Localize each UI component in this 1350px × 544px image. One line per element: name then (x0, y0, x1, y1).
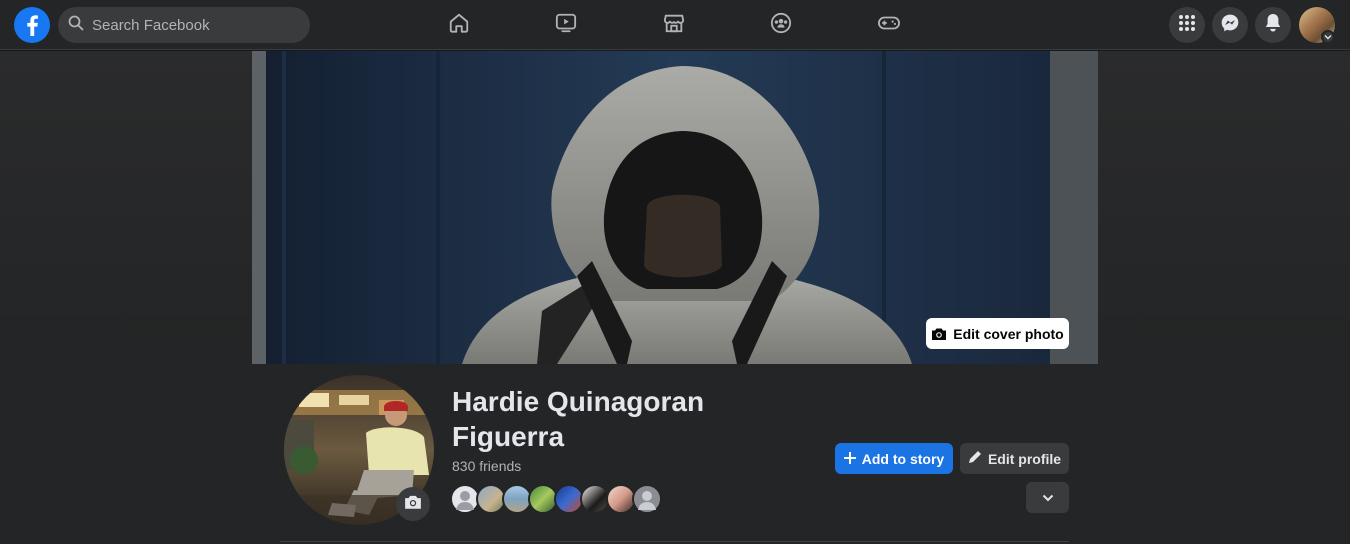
groups-icon (770, 12, 792, 39)
messenger-icon (1220, 13, 1240, 38)
watch-icon (555, 12, 577, 39)
camera-icon (931, 327, 947, 341)
friend-avatars (450, 484, 662, 516)
edit-cover-label: Edit cover photo (953, 325, 1064, 342)
notifications-icon (1264, 13, 1282, 38)
update-profile-picture-button[interactable] (396, 487, 430, 521)
cover-photo[interactable]: Edit cover photo (252, 51, 1098, 364)
nav-watch[interactable] (549, 8, 583, 42)
chevron-down-icon[interactable] (1321, 30, 1335, 44)
top-navbar (0, 0, 1350, 50)
nav-home[interactable] (442, 8, 476, 42)
notifications-button[interactable] (1255, 7, 1291, 43)
facebook-logo-icon[interactable] (14, 7, 50, 43)
edit-profile-button[interactable]: Edit profile (960, 443, 1069, 474)
camera-icon (404, 494, 422, 515)
search-bar[interactable] (58, 7, 310, 43)
nav-marketplace[interactable] (657, 8, 691, 42)
profile-divider (280, 541, 1069, 542)
nav-gaming[interactable] (872, 8, 906, 42)
pencil-icon (968, 450, 982, 467)
add-to-story-label: Add to story (861, 450, 945, 467)
search-icon (68, 15, 84, 36)
plus-icon (843, 451, 856, 467)
marketplace-icon (663, 12, 685, 39)
profile-name-line2: Figuerra (452, 421, 565, 452)
search-input[interactable] (92, 16, 292, 34)
menu-button[interactable] (1169, 7, 1205, 43)
friends-count[interactable]: 830 friends (452, 458, 521, 474)
profile-name-line1: Hardie Quinagoran (452, 386, 705, 417)
nav-groups[interactable] (764, 8, 798, 42)
messenger-button[interactable] (1212, 7, 1248, 43)
edit-cover-photo-button[interactable]: Edit cover photo (926, 318, 1069, 349)
edit-profile-label: Edit profile (987, 450, 1062, 467)
gaming-icon (877, 12, 901, 39)
add-to-story-button[interactable]: Add to story (835, 443, 953, 474)
friend-avatar[interactable] (632, 484, 662, 514)
chevron-down-icon (1042, 490, 1054, 505)
menu-grid-icon (1178, 14, 1196, 37)
home-icon (448, 12, 470, 39)
profile-name: Hardie Quinagoran Figuerra (452, 384, 752, 454)
more-options-button[interactable] (1026, 482, 1069, 513)
